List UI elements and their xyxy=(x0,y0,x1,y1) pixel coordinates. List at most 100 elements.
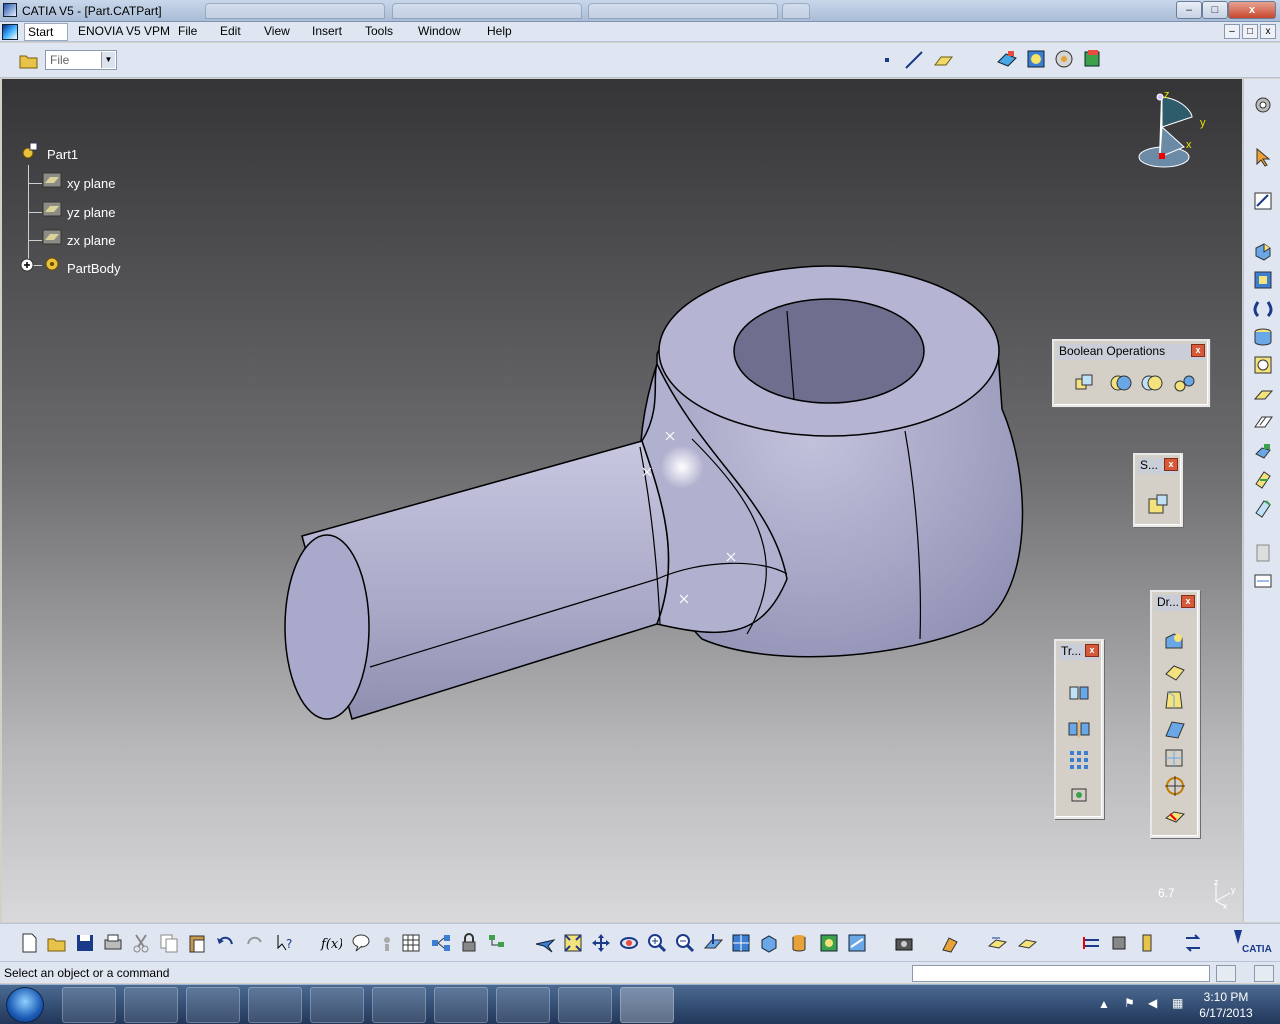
close-icon[interactable]: x xyxy=(1181,595,1195,608)
menu-tools[interactable]: Tools xyxy=(363,24,395,38)
power-input-button[interactable] xyxy=(1216,965,1236,982)
scaling-icon[interactable] xyxy=(1066,783,1092,807)
menu-file[interactable]: File xyxy=(176,24,199,38)
taskbar-notes-icon[interactable] xyxy=(372,987,426,1023)
cut-icon[interactable] xyxy=(130,932,152,954)
rotate-icon[interactable] xyxy=(618,932,640,954)
open-folder-icon[interactable] xyxy=(46,932,68,954)
table-icon[interactable] xyxy=(400,932,422,954)
solid-combine-icon[interactable] xyxy=(1252,497,1274,519)
background-window-tab[interactable] xyxy=(782,3,810,19)
assembly-icon[interactable] xyxy=(1053,48,1075,70)
add-icon[interactable] xyxy=(1108,371,1134,395)
menu-help[interactable]: Help xyxy=(485,24,514,38)
close-icon[interactable]: x xyxy=(1164,458,1178,471)
catalog-icon[interactable] xyxy=(1081,48,1103,70)
plane-icon[interactable] xyxy=(932,49,954,71)
taskbar-word-icon[interactable] xyxy=(248,987,302,1023)
shaft-end-face[interactable] xyxy=(284,534,370,720)
comment-icon[interactable] xyxy=(350,932,372,954)
multi-section-icon[interactable] xyxy=(1252,468,1274,490)
assemble-icon[interactable] xyxy=(1072,371,1098,395)
part-design-icon[interactable] xyxy=(1025,48,1047,70)
knowledge-icon[interactable] xyxy=(376,932,398,954)
new-document-icon[interactable] xyxy=(18,932,40,954)
formula-icon[interactable]: f(x) xyxy=(320,932,342,954)
stop-command-button[interactable] xyxy=(1254,965,1274,982)
copy-icon[interactable] xyxy=(158,932,180,954)
multi-view-icon[interactable] xyxy=(730,932,752,954)
groove-icon[interactable] xyxy=(1252,354,1274,376)
line-icon[interactable] xyxy=(903,49,925,71)
hole-icon[interactable] xyxy=(1252,326,1274,348)
boolean-operations-toolbar[interactable]: Boolean Operations x xyxy=(1052,339,1210,407)
slot-icon[interactable] xyxy=(1252,411,1274,433)
sketch-icon[interactable] xyxy=(1252,190,1274,212)
background-window-tab[interactable] xyxy=(205,3,385,19)
menu-enovia[interactable]: ENOVIA V5 VPM xyxy=(76,24,172,38)
translation-icon[interactable] xyxy=(1066,681,1092,705)
dress-up-toolbar[interactable]: Dr... x xyxy=(1150,590,1200,838)
menu-window[interactable]: Window xyxy=(416,24,463,38)
normal-view-icon[interactable] xyxy=(702,932,724,954)
apply-material-icon[interactable] xyxy=(939,932,961,954)
eye-hole[interactable] xyxy=(733,298,925,404)
open-folder-icon[interactable] xyxy=(18,49,40,71)
maximize-button[interactable]: □ xyxy=(1202,1,1228,19)
thickness-icon[interactable] xyxy=(1162,746,1188,770)
tray-clock-date[interactable]: 6/17/2013 xyxy=(1196,1006,1256,1020)
union-trim-icon[interactable] xyxy=(1172,371,1198,395)
taskbar-app-icon[interactable] xyxy=(558,987,612,1023)
whats-this-help-icon[interactable]: ? xyxy=(274,932,296,954)
shading-icon[interactable] xyxy=(788,932,810,954)
taskbar-explorer-icon[interactable] xyxy=(186,987,240,1023)
measure-icon[interactable] xyxy=(1252,570,1274,592)
close-icon[interactable]: x xyxy=(1191,344,1205,357)
edge-fillet-icon[interactable] xyxy=(1162,630,1188,654)
draft-icon[interactable] xyxy=(1162,688,1188,712)
minimize-button[interactable]: – xyxy=(1176,1,1202,19)
camera-icon[interactable] xyxy=(893,932,915,954)
taskbar-catia-icon[interactable] xyxy=(620,987,674,1023)
doc-close-button[interactable]: x xyxy=(1260,24,1276,39)
update-icon[interactable] xyxy=(1182,932,1204,954)
fly-mode-icon[interactable] xyxy=(534,932,556,954)
shell-icon[interactable] xyxy=(1162,718,1188,742)
remove-face-icon[interactable] xyxy=(1162,804,1188,828)
close-icon[interactable]: x xyxy=(1085,644,1099,657)
pan-icon[interactable] xyxy=(590,932,612,954)
undo-icon[interactable] xyxy=(214,932,236,954)
toolbar-title[interactable]: Boolean Operations xyxy=(1057,344,1205,360)
doc-restore-button[interactable]: □ xyxy=(1242,24,1258,39)
sketcher-icon[interactable] xyxy=(996,48,1018,70)
tray-flag-icon[interactable]: ⚑ xyxy=(1124,996,1135,1010)
save-icon[interactable] xyxy=(74,932,96,954)
select-arrow-icon[interactable] xyxy=(1252,146,1274,168)
split-icon[interactable] xyxy=(1145,493,1171,517)
menu-edit[interactable]: Edit xyxy=(218,24,243,38)
tree-expand-icon[interactable] xyxy=(486,932,508,954)
chevron-down-icon[interactable]: ▼ xyxy=(101,52,115,68)
mirror-icon[interactable] xyxy=(1066,717,1092,741)
taskbar-skype-icon[interactable] xyxy=(496,987,550,1023)
compass-icon[interactable] xyxy=(1132,87,1212,177)
close-button[interactable]: x xyxy=(1228,1,1276,19)
measure-item-icon[interactable] xyxy=(1108,932,1130,954)
tray-network-icon[interactable]: ▦ xyxy=(1172,996,1183,1010)
tray-clock-time[interactable]: 3:10 PM xyxy=(1196,990,1256,1004)
background-window-tab[interactable] xyxy=(392,3,582,19)
pad-icon[interactable] xyxy=(1252,240,1274,262)
doc-minimize-button[interactable]: – xyxy=(1224,24,1240,39)
menu-start[interactable]: Start xyxy=(24,23,68,41)
redo-icon[interactable] xyxy=(244,932,266,954)
catia-logo-icon[interactable] xyxy=(2,24,18,40)
menu-insert[interactable]: Insert xyxy=(310,24,344,38)
taskbar-firefox-icon[interactable] xyxy=(124,987,178,1023)
shaft-icon[interactable] xyxy=(1252,298,1274,320)
thread-icon[interactable] xyxy=(1162,774,1188,798)
background-window-tab[interactable] xyxy=(588,3,778,19)
swap-space-icon[interactable] xyxy=(846,932,868,954)
windows-start-button[interactable] xyxy=(6,987,44,1023)
hide-show-icon[interactable] xyxy=(818,932,840,954)
chamfer-icon[interactable] xyxy=(1162,660,1188,684)
